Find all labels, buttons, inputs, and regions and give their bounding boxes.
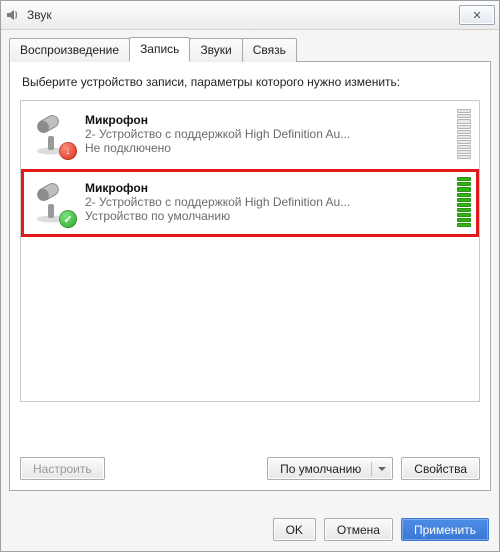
- window-close-button[interactable]: ✕: [459, 5, 495, 25]
- device-item[interactable]: ✓ Микрофон 2- Устройство с поддержкой Hi…: [21, 169, 479, 237]
- window-title: Звук: [27, 8, 52, 22]
- device-status: Устройство по умолчанию: [85, 209, 415, 223]
- device-list[interactable]: ↓ Микрофон 2- Устройство с поддержкой Hi…: [20, 100, 480, 402]
- close-icon: ✕: [472, 9, 481, 22]
- sound-dialog: Звук ✕ Воспроизведение Запись Звуки Связ…: [0, 0, 500, 552]
- tab-sounds[interactable]: Звуки: [189, 38, 242, 62]
- device-status: Не подключено: [85, 141, 415, 155]
- apply-button[interactable]: Применить: [401, 518, 489, 541]
- tab-page-recording: Выберите устройство записи, параметры ко…: [9, 61, 491, 491]
- speaker-icon: [5, 7, 21, 23]
- button-label: По умолчанию: [280, 462, 361, 476]
- device-description: 2- Устройство с поддержкой High Definiti…: [85, 127, 415, 141]
- status-disconnected-icon: ↓: [59, 142, 77, 160]
- level-meter: [457, 109, 471, 159]
- tab-button-bar: Настроить По умолчанию Свойства: [20, 457, 480, 480]
- set-default-button[interactable]: По умолчанию: [267, 457, 393, 480]
- level-meter: [457, 177, 471, 227]
- tab-label: Воспроизведение: [20, 43, 119, 57]
- status-default-icon: ✓: [59, 210, 77, 228]
- device-item[interactable]: ↓ Микрофон 2- Устройство с поддержкой Hi…: [21, 101, 479, 169]
- dialog-button-bar: OK Отмена Применить: [273, 518, 489, 541]
- configure-button[interactable]: Настроить: [20, 457, 105, 480]
- tab-label: Связь: [253, 43, 286, 57]
- tab-strip: Воспроизведение Запись Звуки Связь: [1, 30, 499, 61]
- ok-button[interactable]: OK: [273, 518, 316, 541]
- chevron-down-icon: [378, 467, 386, 471]
- device-name: Микрофон: [85, 113, 451, 127]
- tab-playback[interactable]: Воспроизведение: [9, 38, 130, 62]
- tab-label: Звуки: [200, 43, 231, 57]
- device-description: 2- Устройство с поддержкой High Definiti…: [85, 195, 415, 209]
- tab-recording[interactable]: Запись: [129, 37, 190, 62]
- device-name: Микрофон: [85, 181, 451, 195]
- tab-communications[interactable]: Связь: [242, 38, 297, 62]
- microphone-icon: ✓: [29, 180, 73, 224]
- microphone-icon: ↓: [29, 112, 73, 156]
- cancel-button[interactable]: Отмена: [324, 518, 393, 541]
- titlebar: Звук ✕: [1, 1, 499, 30]
- tab-label: Запись: [140, 42, 179, 56]
- properties-button[interactable]: Свойства: [401, 457, 480, 480]
- instruction-text: Выберите устройство записи, параметры ко…: [22, 74, 478, 90]
